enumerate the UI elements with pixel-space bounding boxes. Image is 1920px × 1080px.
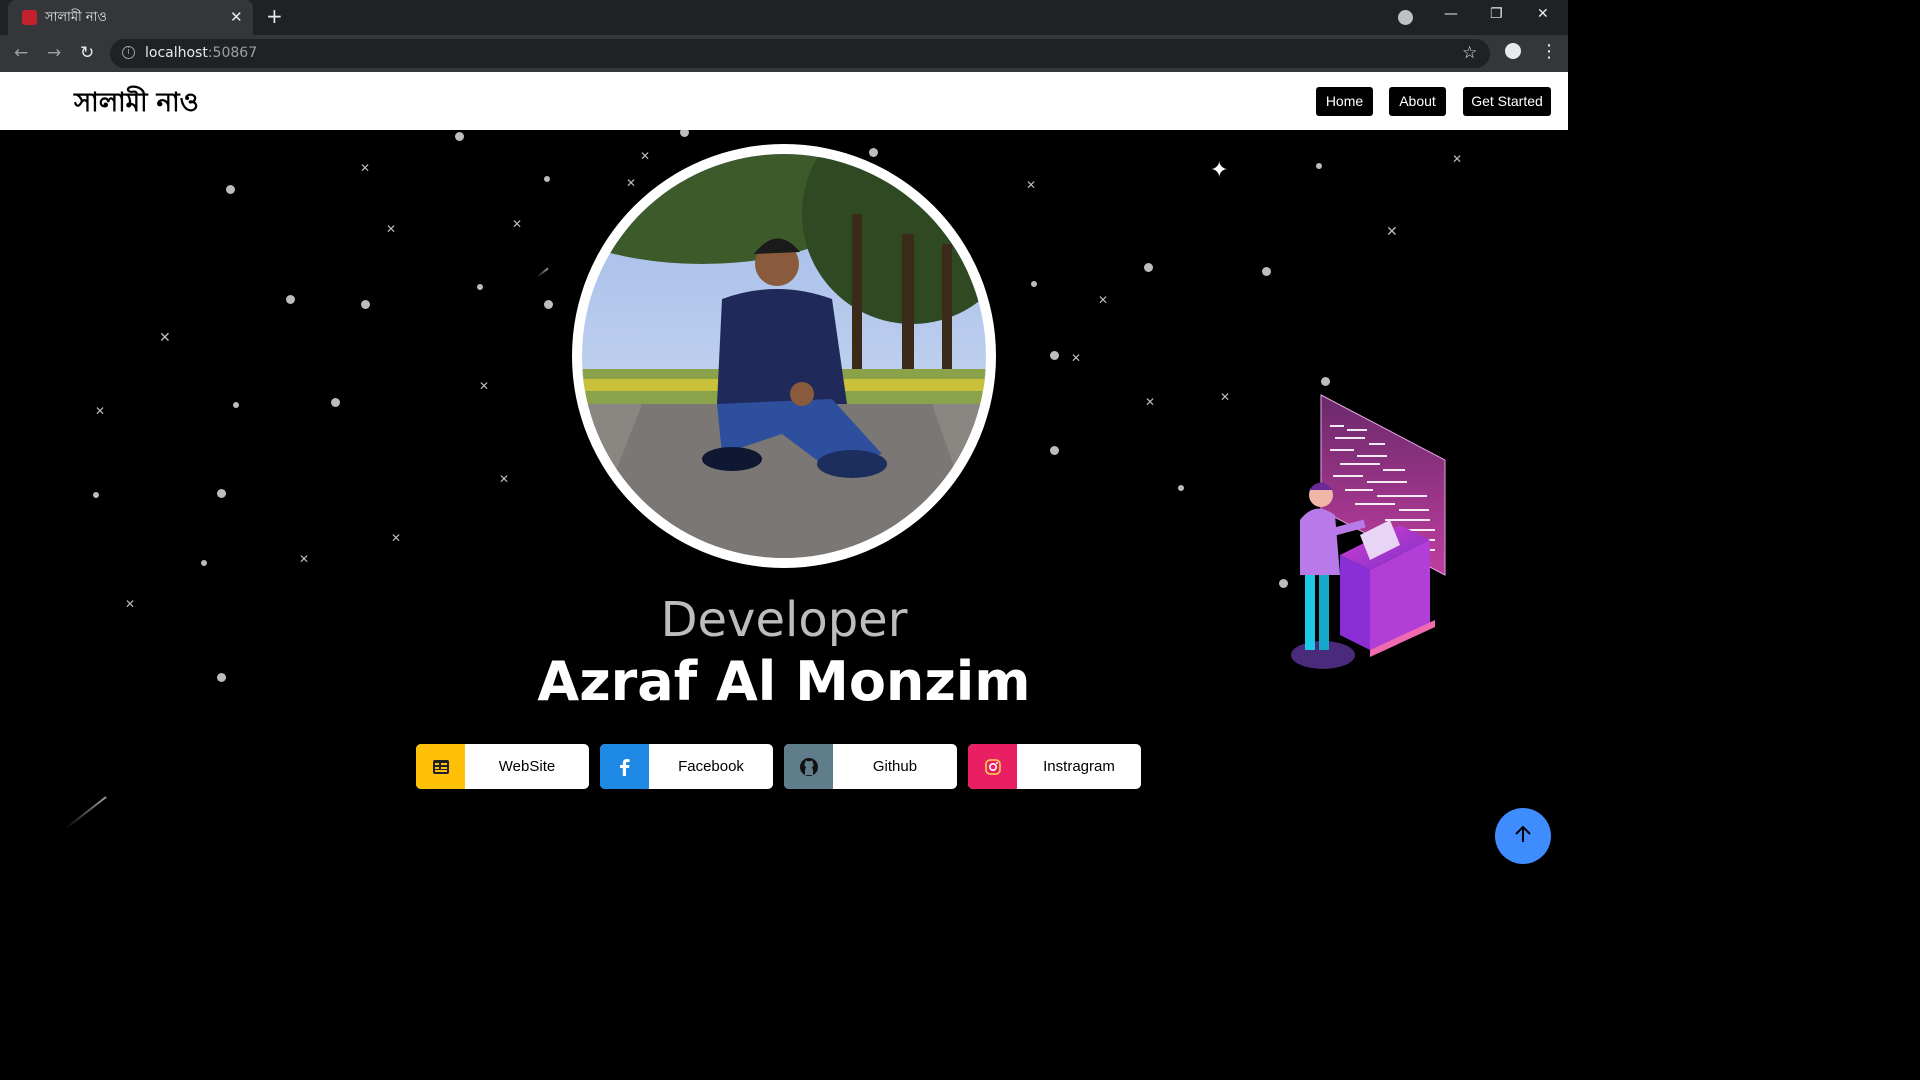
instagram-icon — [968, 744, 1017, 789]
browser-tab[interactable]: সালামী নাও ✕ — [8, 0, 253, 35]
url-text: localhost:50867 — [145, 45, 258, 61]
site-header: সালামী নাও Home About Get Started — [0, 72, 1568, 130]
reload-icon[interactable]: ↻ — [80, 43, 94, 63]
window-close-icon[interactable]: ✕ — [1537, 6, 1549, 22]
tab-title: সালামী নাও — [45, 10, 107, 25]
website-link-button[interactable]: WebSite — [416, 744, 589, 789]
app-icon — [22, 10, 37, 25]
restore-icon[interactable]: ❐ — [1490, 6, 1503, 22]
instagram-link-button[interactable]: Instragram — [968, 744, 1141, 789]
scroll-to-top-button[interactable] — [1495, 808, 1551, 864]
close-icon[interactable]: ✕ — [230, 8, 243, 26]
site-logo[interactable]: সালামী নাও — [74, 82, 199, 126]
nav-about-button[interactable]: About — [1389, 87, 1446, 116]
hero-section: ✕ ✕ ✕ ✕ ✕ ✕ ✕ ✕ ✕ ✕ ✕ ✕ ✕ ✕ ✕ ✕ ✕ ✕ ✕ ✦ — [0, 130, 1568, 882]
facebook-link-button[interactable]: Facebook — [600, 744, 773, 789]
nav-home-button[interactable]: Home — [1316, 87, 1373, 116]
back-icon[interactable]: ← — [14, 43, 28, 63]
tab-search-icon[interactable] — [1398, 10, 1413, 25]
profile-icon[interactable] — [1505, 43, 1521, 59]
github-icon — [784, 744, 833, 789]
website-icon — [416, 744, 465, 789]
bookmark-star-icon[interactable]: ☆ — [1462, 43, 1477, 63]
facebook-icon — [600, 744, 649, 789]
github-link-button[interactable]: Github — [784, 744, 957, 789]
forward-icon[interactable]: → — [47, 43, 61, 63]
instagram-link-label: Instragram — [1043, 758, 1115, 775]
info-icon[interactable]: i — [122, 46, 135, 59]
browser-tab-bar: সালামী নাও ✕ + — ❐ ✕ — [0, 0, 1568, 35]
nav-get-started-button[interactable]: Get Started — [1463, 87, 1551, 116]
kebab-menu-icon[interactable]: ⋮ — [1540, 41, 1558, 62]
github-link-label: Github — [872, 758, 918, 775]
browser-toolbar: ← → ↻ i localhost:50867 ☆ ⋮ — [0, 35, 1568, 72]
arrow-up-icon — [1513, 824, 1533, 848]
facebook-link-label: Facebook — [678, 758, 744, 775]
website-link-label: WebSite — [498, 758, 556, 775]
profile-photo-frame — [572, 144, 996, 568]
developer-illustration — [1285, 385, 1455, 685]
minimize-icon[interactable]: — — [1444, 6, 1458, 22]
new-tab-icon[interactable]: + — [266, 4, 283, 28]
address-bar[interactable]: i localhost:50867 ☆ — [110, 39, 1490, 68]
profile-photo — [582, 154, 986, 558]
